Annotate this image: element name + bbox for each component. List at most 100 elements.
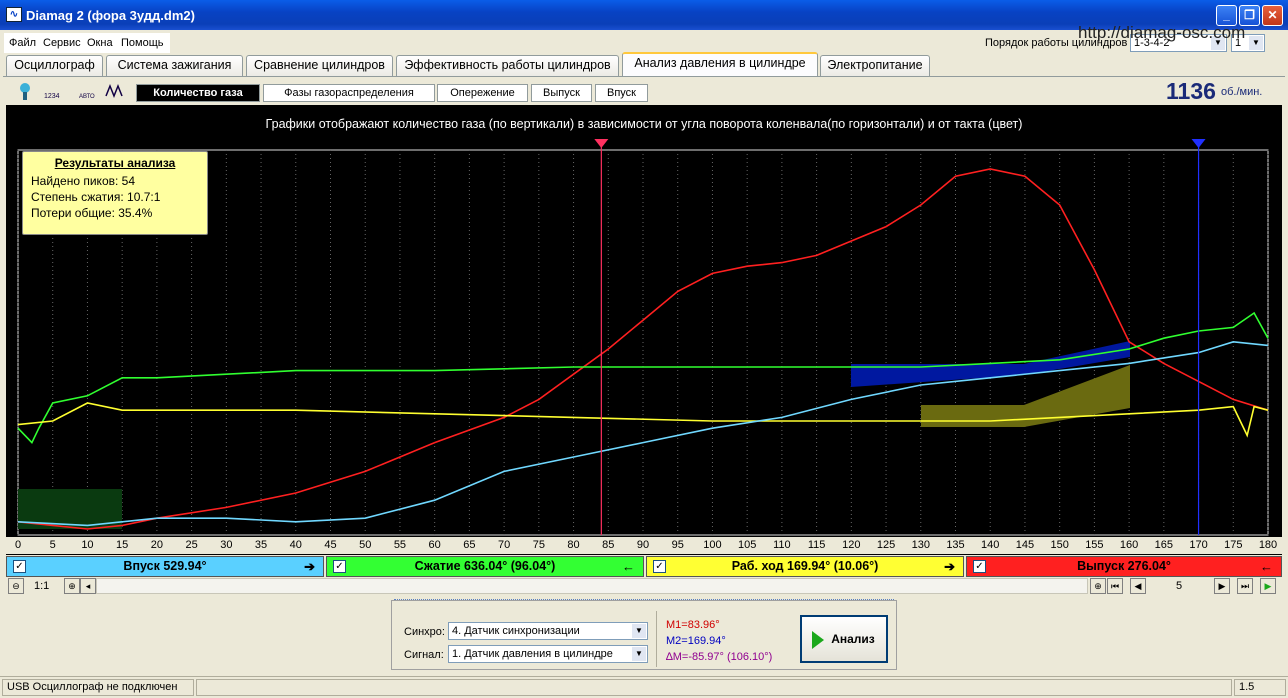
x-tick-label: 85	[602, 539, 615, 551]
subtab-gas-amount[interactable]: Количество газа	[136, 84, 260, 102]
phase-exhaust[interactable]: ✓ Выпуск 276.04° ←	[966, 556, 1282, 577]
results-heading: Результаты анализа	[54, 156, 176, 170]
phase-intake[interactable]: ✓ Впуск 529.94° ➔	[6, 556, 324, 577]
x-tick-label: 75	[532, 539, 545, 551]
status-middle	[196, 679, 1232, 696]
chevron-down-icon: ▼	[632, 647, 646, 661]
series-line-1	[17, 311, 1269, 444]
subtab-intake[interactable]: Впуск	[595, 84, 648, 102]
x-tick-label: 60	[428, 539, 441, 551]
tab-pressure-analysis[interactable]: Анализ давления в цилиндре	[622, 52, 818, 77]
results-box: Результаты анализа Найдено пиков: 54 Сте…	[22, 151, 208, 235]
arrow-right-icon[interactable]: ➔	[944, 557, 955, 576]
cursor-handle-1	[1191, 139, 1206, 148]
x-tick-label: 170	[1189, 539, 1208, 551]
next-page-button[interactable]: ▶	[1214, 578, 1230, 594]
zoom-in-icon[interactable]: ⊕	[64, 578, 80, 594]
menu-service[interactable]: Сервис	[43, 37, 81, 49]
tab-cylinder-compare[interactable]: Сравнение цилиндров	[246, 55, 393, 76]
tab-oscilloscope[interactable]: Осциллограф	[6, 55, 103, 76]
results-compression: Степень сжатия: 10.7:1	[31, 190, 161, 204]
x-tick-label: 55	[393, 539, 407, 551]
play-icon[interactable]: ▶	[1260, 578, 1276, 594]
series-line-3	[17, 340, 1269, 527]
results-peaks: Найдено пиков: 54	[31, 174, 136, 188]
website-url: http://diamag-osc.com	[1078, 23, 1246, 42]
panel-splitter[interactable]	[394, 599, 894, 602]
phase-compression[interactable]: ✓ Сжатие 636.04° (96.04°) ←	[326, 556, 644, 577]
x-tick-label: 50	[359, 539, 372, 551]
tab-power[interactable]: Электропитание	[820, 55, 930, 76]
auto-icon[interactable]: АВТО	[78, 80, 100, 102]
subtab-valve-timing[interactable]: Фазы газораспределения	[263, 84, 435, 102]
x-tick-label: 65	[463, 539, 476, 551]
status-version: 1.5	[1234, 679, 1286, 696]
checkbox-exhaust[interactable]: ✓	[973, 560, 986, 573]
x-tick-label: 160	[1119, 539, 1139, 551]
x-tick-label: 105	[737, 539, 757, 551]
sync-select[interactable]: 4. Датчик синхронизации ▼	[448, 622, 648, 640]
first-page-button[interactable]: ⏮	[1107, 578, 1123, 594]
page-number: 5	[1176, 580, 1183, 592]
add-icon[interactable]: ⊕	[1090, 578, 1106, 594]
chart-area[interactable]: Графики отображают количество газа (по в…	[6, 105, 1282, 555]
signal-label: Сигнал:	[404, 649, 444, 661]
menu-file[interactable]: Файл	[9, 37, 36, 49]
arrow-left-icon[interactable]: ←	[622, 557, 635, 576]
zoom-out-icon[interactable]: ⊖	[8, 578, 24, 594]
cursor-handle-0	[594, 139, 609, 148]
arrow-right-icon[interactable]: ➔	[304, 557, 315, 576]
app-icon: ∿	[6, 7, 22, 22]
scroll-left-button[interactable]: ◂	[80, 578, 96, 594]
phase-power[interactable]: ✓ Раб. ход 169.94° (10.06°) ➔	[646, 556, 964, 577]
x-tick-label: 70	[497, 539, 511, 551]
x-tick-label: 40	[289, 539, 302, 551]
menu-help[interactable]: Помощь	[121, 37, 164, 49]
x-tick-label: 90	[636, 539, 650, 551]
x-tick-label: 150	[1050, 539, 1069, 551]
rpm-unit: об./мин.	[1221, 86, 1263, 98]
x-tick-label: 30	[220, 539, 233, 551]
checkbox-power[interactable]: ✓	[653, 560, 666, 573]
x-tick-label: 125	[876, 539, 896, 551]
subtab-exhaust[interactable]: Выпуск	[531, 84, 592, 102]
sync-label: Синхро:	[404, 626, 445, 638]
menu-windows[interactable]: Окна	[87, 37, 113, 49]
x-tick-label: 145	[1015, 539, 1035, 551]
last-page-button[interactable]: ⏭	[1237, 578, 1253, 594]
chevron-down-icon: ▼	[1249, 36, 1263, 50]
x-tick-label: 120	[842, 539, 861, 551]
checkbox-intake[interactable]: ✓	[13, 560, 26, 573]
arrow-left-icon[interactable]: ←	[1260, 557, 1273, 576]
x-tick-label: 95	[671, 539, 684, 551]
numbering-icon[interactable]: 1234	[42, 80, 64, 102]
x-tick-label: 130	[911, 539, 930, 551]
x-tick-label: 135	[946, 539, 965, 551]
horizontal-scrollbar[interactable]	[96, 578, 1088, 594]
x-tick-label: 140	[981, 539, 1000, 551]
prev-page-button[interactable]: ◀	[1130, 578, 1146, 594]
signal-select[interactable]: 1. Датчик давления в цилиндре ▼	[448, 645, 648, 663]
x-tick-label: 0	[14, 539, 22, 551]
close-button[interactable]: ✕	[1262, 5, 1283, 26]
x-tick-label: 45	[324, 539, 337, 551]
scroll-row: ⊖ 1:1 ⊕ ◂ ⊕ ⏮ ◀ 5 ▶ ⏭ ▶	[6, 578, 1282, 595]
analyze-button[interactable]: Анализ	[800, 615, 888, 663]
x-tick-label: 155	[1085, 539, 1104, 551]
checkbox-compression[interactable]: ✓	[333, 560, 346, 573]
x-tick-label: 115	[807, 539, 826, 551]
status-connection: USB Осциллограф не подключен	[2, 679, 194, 696]
rpm-value: 1136	[1166, 78, 1216, 104]
x-tick-label: 80	[567, 539, 580, 551]
marker-delta: ∆M=-85.97° (106.10°)	[666, 651, 773, 663]
play-icon	[812, 631, 824, 649]
tab-ignition[interactable]: Система зажигания	[106, 55, 243, 76]
subtab-advance[interactable]: Опережение	[437, 84, 528, 102]
chevron-down-icon: ▼	[632, 624, 646, 638]
tab-cylinder-efficiency[interactable]: Эффективность работы цилиндров	[396, 55, 619, 76]
x-tick-label: 110	[773, 539, 791, 551]
x-tick-label: 180	[1258, 539, 1278, 551]
tab-divider	[3, 76, 1285, 77]
waveform-icon[interactable]	[104, 80, 126, 102]
sensor-icon[interactable]	[14, 80, 36, 102]
